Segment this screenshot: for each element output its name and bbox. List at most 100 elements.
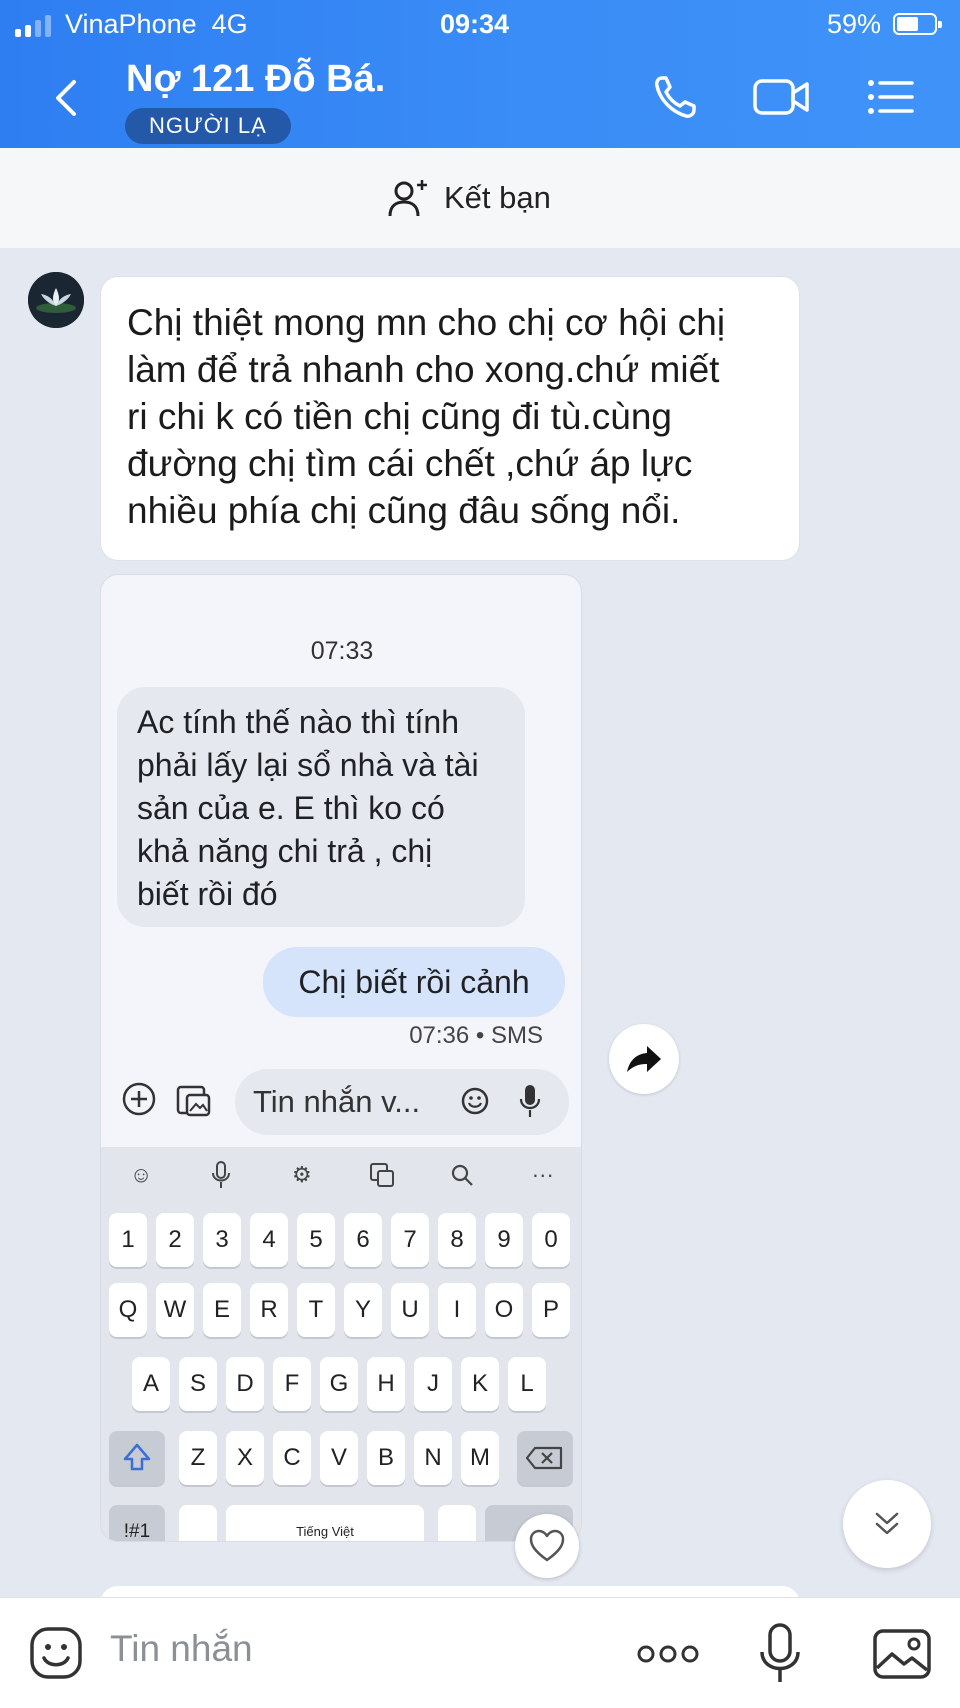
- key: X: [226, 1431, 264, 1485]
- more-options-icon[interactable]: [636, 1642, 700, 1666]
- battery-icon: [893, 13, 942, 35]
- screenshot-outgoing-bubble: Chị biết rồi cảnh: [263, 947, 565, 1017]
- mic-icon: [519, 1083, 541, 1119]
- keyboard-row-3: Z X C V B N M: [101, 1431, 581, 1487]
- key: U: [391, 1283, 429, 1337]
- keyboard-number-row: 1 2 3 4 5 6 7 8 9 0: [101, 1213, 581, 1269]
- voice-mic-icon[interactable]: [758, 1622, 802, 1686]
- key: W: [156, 1283, 194, 1337]
- key: E: [203, 1283, 241, 1337]
- key: 6: [344, 1213, 382, 1267]
- key: O: [485, 1283, 523, 1337]
- key: K: [461, 1357, 499, 1411]
- screenshot-timestamp: 07:33: [310, 637, 374, 665]
- keyboard-row-1: Q W E R T Y U I O P: [101, 1283, 581, 1339]
- symbols-key: !#1: [109, 1505, 165, 1541]
- phone-icon[interactable]: [648, 72, 702, 122]
- keyboard-translate-icon: [367, 1160, 397, 1190]
- double-chevron-down-icon: [875, 1512, 899, 1535]
- message-text-line: ri chi k có tiền chị cũng đi tù.cùng: [127, 396, 673, 437]
- screenshot-keyboard: ☺ ⚙ ··· 1 2 3 4 5 6 7 8 9 0 Q W E R T Y …: [101, 1147, 581, 1541]
- key: I: [438, 1283, 476, 1337]
- key: 4: [250, 1213, 288, 1267]
- key: H: [367, 1357, 405, 1411]
- keyboard-toolbar: ☺ ⚙ ···: [101, 1147, 581, 1203]
- key: A: [132, 1357, 170, 1411]
- screenshot-text-line: phải lấy lại sổ nhà và tài: [137, 747, 479, 783]
- add-friend-label: Kết bạn: [444, 180, 551, 215]
- key: 9: [485, 1213, 523, 1267]
- conversation-title[interactable]: Nợ 121 Đỗ Bá.: [126, 58, 385, 101]
- received-message-bubble[interactable]: Chị thiệt mong mn cho chị cơ hội chị làm…: [100, 276, 800, 561]
- message-input[interactable]: Tin nhắn: [110, 1628, 253, 1670]
- key: P: [532, 1283, 570, 1337]
- forward-arrow-icon: [627, 1046, 661, 1072]
- screenshot-outgoing-meta: 07:36 • SMS: [409, 1022, 543, 1049]
- react-heart-button[interactable]: [515, 1514, 579, 1578]
- avatar[interactable]: [28, 272, 84, 328]
- add-friend-button[interactable]: Kết bạn: [388, 174, 551, 222]
- message-composer: Tin nhắn: [0, 1597, 960, 1708]
- screenshot-text-line: biết rồi đó: [137, 876, 278, 912]
- add-friend-bar: Kết bạn: [0, 148, 960, 248]
- plus-circle-icon: [121, 1081, 157, 1117]
- forward-button[interactable]: [609, 1024, 679, 1094]
- key: N: [414, 1431, 452, 1485]
- key: 5: [297, 1213, 335, 1267]
- keyboard-search-icon: [447, 1160, 477, 1190]
- top-bar: VinaPhone 4G 09:34 59% Nợ 121 Đỗ Bá. NGƯ…: [0, 0, 960, 148]
- shift-key-icon: [109, 1431, 165, 1485]
- sticker-emoji-icon[interactable]: [28, 1625, 84, 1681]
- period-key: [438, 1505, 476, 1541]
- screenshot-image-message[interactable]: 07:33 Ac tính thế nào thì tính phải lấy …: [100, 574, 582, 1542]
- message-text-line: làm để trả nhanh cho xong.chứ miết: [127, 349, 720, 390]
- screenshot-text-line: Ac tính thế nào thì tính: [137, 704, 459, 740]
- space-key: Tiếng Việt: [226, 1505, 424, 1541]
- key: V: [320, 1431, 358, 1485]
- menu-list-icon[interactable]: [866, 72, 920, 122]
- screenshot-compose-row: Tin nhắn v...: [101, 1063, 581, 1137]
- key: M: [461, 1431, 499, 1485]
- key: C: [273, 1431, 311, 1485]
- image-picker-icon[interactable]: [872, 1628, 932, 1680]
- screenshot-incoming-bubble: Ac tính thế nào thì tính phải lấy lại sổ…: [117, 687, 525, 927]
- emoji-icon: [461, 1087, 489, 1115]
- status-bar: VinaPhone 4G 09:34 59%: [0, 0, 960, 48]
- comma-key: [179, 1505, 217, 1541]
- key: 2: [156, 1213, 194, 1267]
- lotus-icon: [28, 272, 84, 328]
- message-text-line: Chị thiệt mong mn cho chị cơ hội chị: [127, 302, 726, 343]
- message-text-line: đường chị tìm cái chết ,chứ áp lực: [127, 443, 693, 484]
- key: T: [297, 1283, 335, 1337]
- key: Y: [344, 1283, 382, 1337]
- key: B: [367, 1431, 405, 1485]
- screenshot-text-line: khả năng chi trả , chị: [137, 833, 433, 869]
- carrier-label: VinaPhone 4G: [65, 9, 248, 40]
- key: 3: [203, 1213, 241, 1267]
- key: Z: [179, 1431, 217, 1485]
- status-time: 09:34: [440, 9, 510, 39]
- key: F: [273, 1357, 311, 1411]
- keyboard-settings-icon: ⚙: [291, 1162, 312, 1187]
- video-call-icon[interactable]: [752, 72, 809, 122]
- key: S: [179, 1357, 217, 1411]
- gallery-icon: [175, 1081, 213, 1119]
- key: 7: [391, 1213, 429, 1267]
- keyboard-row-bottom: !#1 Tiếng Việt: [101, 1505, 581, 1541]
- battery-percent: 59%: [827, 9, 882, 39]
- key: Q: [109, 1283, 147, 1337]
- backspace-key-icon: [517, 1431, 573, 1485]
- key: 8: [438, 1213, 476, 1267]
- keyboard-mic-icon: [206, 1160, 236, 1190]
- key: 0: [532, 1213, 570, 1267]
- key: R: [250, 1283, 288, 1337]
- scroll-to-bottom-button[interactable]: [843, 1480, 931, 1568]
- signal-icon: [15, 15, 59, 37]
- keyboard-row-2: A S D F G H J K L: [101, 1357, 581, 1413]
- back-icon[interactable]: [48, 74, 88, 122]
- key: L: [508, 1357, 546, 1411]
- message-text-line: nhiều phía chị cũng đâu sống nổi.: [127, 490, 681, 531]
- network-type: 4G: [211, 9, 248, 39]
- key: D: [226, 1357, 264, 1411]
- key: J: [414, 1357, 452, 1411]
